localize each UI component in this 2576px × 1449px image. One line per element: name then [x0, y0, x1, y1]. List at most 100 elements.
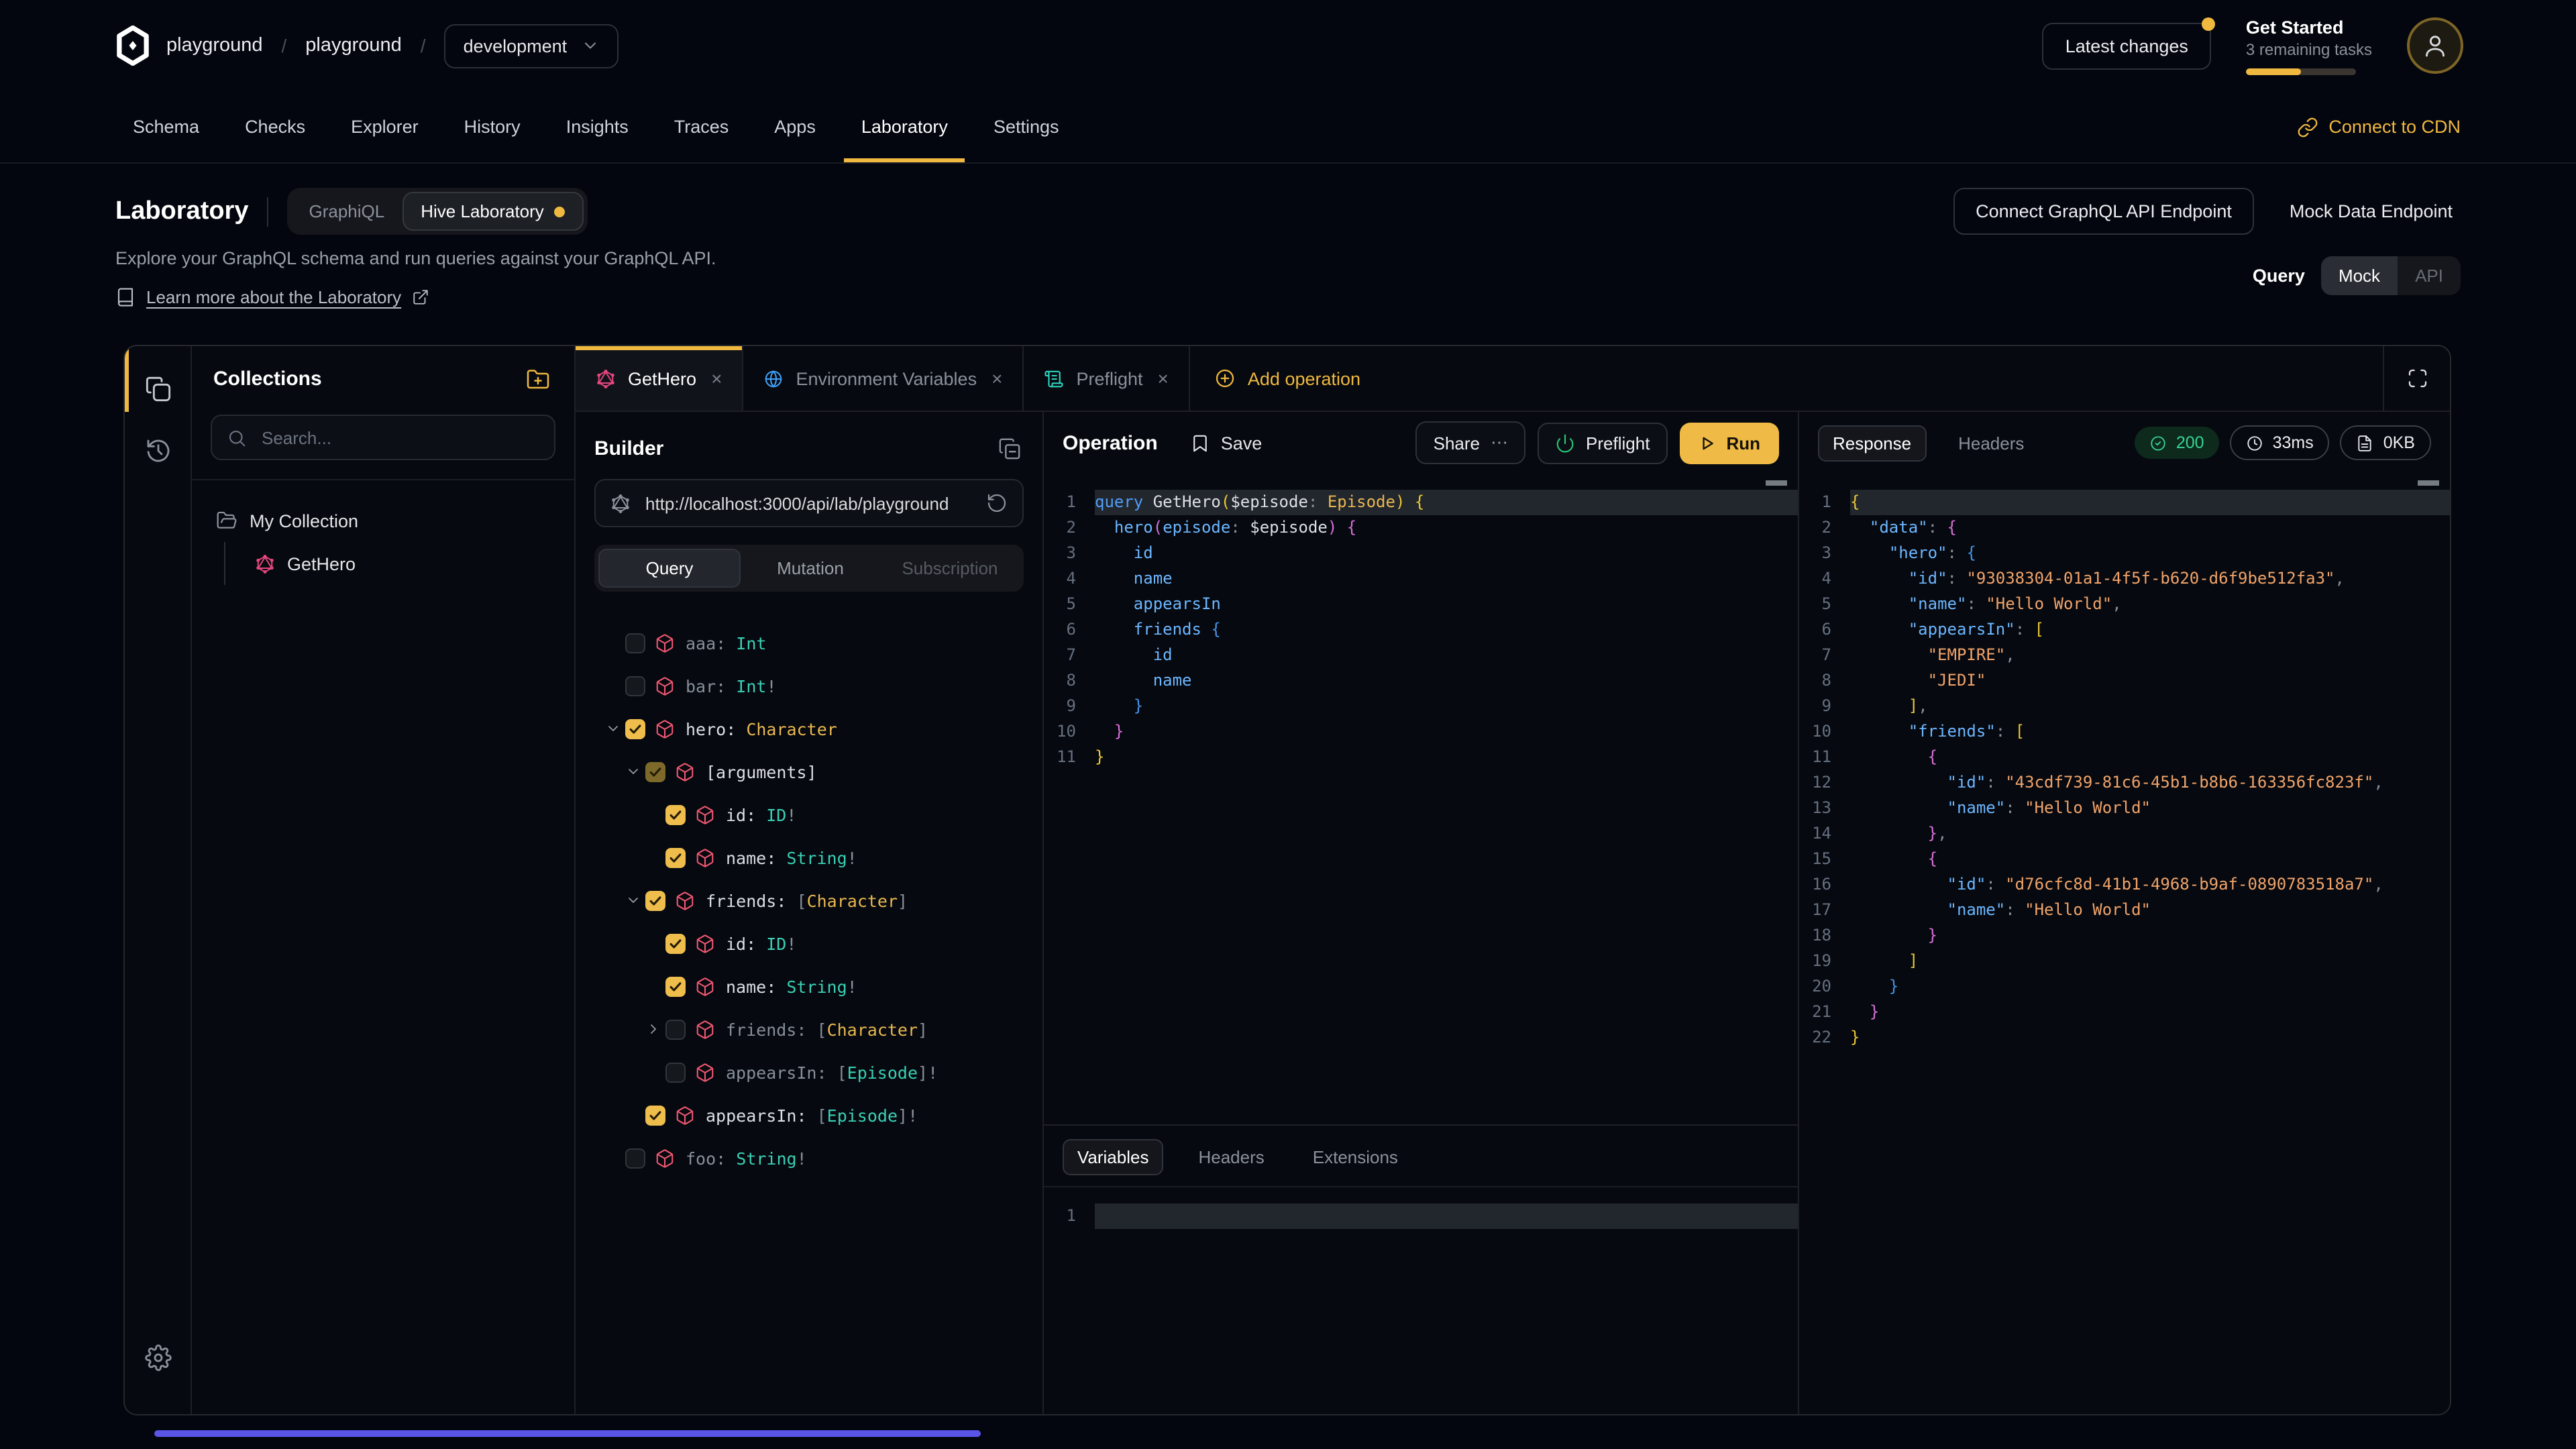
nav-tab-history[interactable]: History — [447, 91, 538, 162]
query-editor[interactable]: 1query GetHero($episode: Episode) {2 her… — [1044, 474, 1798, 1124]
user-avatar[interactable] — [2407, 17, 2463, 74]
schema-field-row[interactable]: appearsIn: [Episode]! — [594, 1093, 1024, 1136]
field-checkbox[interactable] — [665, 804, 686, 824]
tab-subscription[interactable]: Subscription — [880, 549, 1020, 588]
new-collection-button[interactable] — [523, 364, 553, 394]
refresh-icon[interactable] — [986, 492, 1008, 514]
app: playground / playground / development La… — [0, 0, 2576, 1449]
field-checkbox[interactable] — [625, 676, 645, 696]
breadcrumb-org[interactable]: playground — [166, 35, 263, 56]
code-line: 11 { — [1799, 745, 2450, 770]
schema-field-row[interactable]: name: String! — [594, 836, 1024, 879]
nav-tab-explorer[interactable]: Explorer — [333, 91, 436, 162]
tab-query[interactable]: Query — [598, 549, 741, 588]
field-checkbox[interactable] — [645, 890, 665, 910]
field-checkbox[interactable] — [665, 847, 686, 867]
tab-mutation[interactable]: Mutation — [741, 549, 880, 588]
tab-extensions[interactable]: Extensions — [1299, 1140, 1411, 1174]
nav-tab-schema[interactable]: Schema — [115, 91, 217, 162]
chevron-down-icon[interactable] — [623, 890, 644, 911]
chevron-down-icon — [580, 36, 599, 55]
operation-tab-preflight[interactable]: Preflight× — [1024, 346, 1189, 411]
learn-more-link[interactable]: Learn more about the Laboratory — [115, 287, 716, 307]
schema-field-row[interactable]: hero: Character — [594, 707, 1024, 750]
schema-field-row[interactable]: foo: String! — [594, 1136, 1024, 1179]
chevron-down-icon[interactable] — [602, 718, 624, 739]
run-button[interactable]: Run — [1679, 422, 1779, 464]
endpoint-mock-option[interactable]: Mock — [2321, 256, 2398, 295]
tab-variables[interactable]: Variables — [1063, 1139, 1163, 1175]
active-mode-dot — [555, 206, 566, 217]
collection-operation-gethero[interactable]: GetHero — [244, 542, 561, 585]
mode-graphiql[interactable]: GraphiQL — [292, 193, 402, 229]
add-operation-button[interactable]: Add operation — [1190, 346, 1385, 411]
field-checkbox[interactable] — [645, 761, 665, 782]
field-checkbox[interactable] — [665, 933, 686, 953]
code-line: 13 "name": "Hello World" — [1799, 796, 2450, 821]
code-line: 21 } — [1799, 1000, 2450, 1025]
collections-search[interactable] — [211, 415, 555, 460]
field-checkbox[interactable] — [665, 1019, 686, 1039]
latest-changes-button[interactable]: Latest changes — [2043, 22, 2211, 69]
connect-graphql-endpoint-button[interactable]: Connect GraphQL API Endpoint — [1953, 188, 2255, 235]
schema-field-row[interactable]: friends: [Character] — [594, 1008, 1024, 1051]
nav-tab-settings[interactable]: Settings — [976, 91, 1077, 162]
schema-field-row[interactable]: appearsIn: [Episode]! — [594, 1051, 1024, 1093]
endpoint-url-input[interactable] — [643, 492, 974, 515]
field-checkbox[interactable] — [625, 1148, 645, 1168]
fullscreen-button[interactable] — [2383, 346, 2450, 411]
chevron-spacer — [643, 1061, 664, 1083]
code-line: 1query GetHero($episode: Episode) { — [1044, 490, 1798, 515]
schema-field-row[interactable]: id: ID! — [594, 922, 1024, 965]
field-checkbox[interactable] — [625, 718, 645, 739]
chevron-down-icon[interactable] — [623, 761, 644, 782]
field-checkbox[interactable] — [665, 1062, 686, 1082]
preflight-button[interactable]: Preflight — [1538, 422, 1667, 464]
type-cube-icon — [655, 1148, 675, 1168]
schema-field-row[interactable]: friends: [Character] — [594, 879, 1024, 922]
schema-field-row[interactable]: [arguments] — [594, 750, 1024, 793]
field-checkbox[interactable] — [645, 1105, 665, 1125]
endpoint-api-option[interactable]: API — [2398, 256, 2461, 295]
history-rail-button[interactable] — [133, 427, 182, 475]
variables-editor[interactable]: 1 — [1044, 1187, 1798, 1414]
schema-field-row[interactable]: aaa: Int — [594, 621, 1024, 664]
response-editor[interactable]: 1{2 "data": {3 "hero": {4 "id": "9303830… — [1799, 474, 2450, 1414]
operation-tab-gethero[interactable]: GetHero× — [576, 346, 743, 411]
connect-to-cdn-link[interactable]: Connect to CDN — [2296, 91, 2461, 162]
field-checkbox[interactable] — [665, 976, 686, 996]
nav-tab-insights[interactable]: Insights — [549, 91, 646, 162]
tab-response[interactable]: Response — [1818, 425, 1926, 461]
schema-field-row[interactable]: bar: Int! — [594, 664, 1024, 707]
breadcrumb-project[interactable]: playground — [305, 35, 402, 56]
close-icon[interactable]: × — [711, 368, 722, 389]
close-icon[interactable]: × — [1158, 368, 1169, 389]
close-icon[interactable]: × — [991, 368, 1002, 389]
endpoint-url-field[interactable] — [594, 479, 1024, 527]
horizontal-scrollbar[interactable] — [154, 1430, 981, 1437]
search-input[interactable] — [259, 426, 539, 449]
breadcrumb-separator: / — [418, 35, 429, 56]
nav-tab-laboratory[interactable]: Laboratory — [844, 91, 965, 162]
mock-data-endpoint-button[interactable]: Mock Data Endpoint — [2282, 200, 2461, 223]
schema-field-row[interactable]: name: String! — [594, 965, 1024, 1008]
field-checkbox[interactable] — [625, 633, 645, 653]
target-selector[interactable]: development — [445, 23, 619, 68]
operation-tab-environment-variables[interactable]: Environment Variables× — [743, 346, 1024, 411]
tab-headers[interactable]: Headers — [1185, 1140, 1277, 1174]
collapse-builder-button[interactable] — [996, 434, 1024, 462]
save-button[interactable]: Save — [1182, 431, 1271, 454]
settings-rail-button[interactable] — [133, 1334, 182, 1382]
nav-tab-checks[interactable]: Checks — [227, 91, 323, 162]
share-button[interactable]: Share ⋯ — [1416, 421, 1525, 464]
chevron-right-icon[interactable] — [643, 1018, 664, 1040]
collection-folder[interactable]: My Collection — [205, 499, 561, 542]
get-started-widget[interactable]: Get Started 3 remaining tasks — [2246, 17, 2372, 74]
tab-response-headers[interactable]: Headers — [1945, 426, 2037, 460]
hive-logo-icon — [115, 25, 150, 66]
mode-hive-laboratory[interactable]: Hive Laboratory — [402, 192, 584, 231]
nav-tab-traces[interactable]: Traces — [657, 91, 747, 162]
nav-tab-apps[interactable]: Apps — [757, 91, 833, 162]
collections-rail-button[interactable] — [133, 365, 182, 413]
schema-field-row[interactable]: id: ID! — [594, 793, 1024, 836]
